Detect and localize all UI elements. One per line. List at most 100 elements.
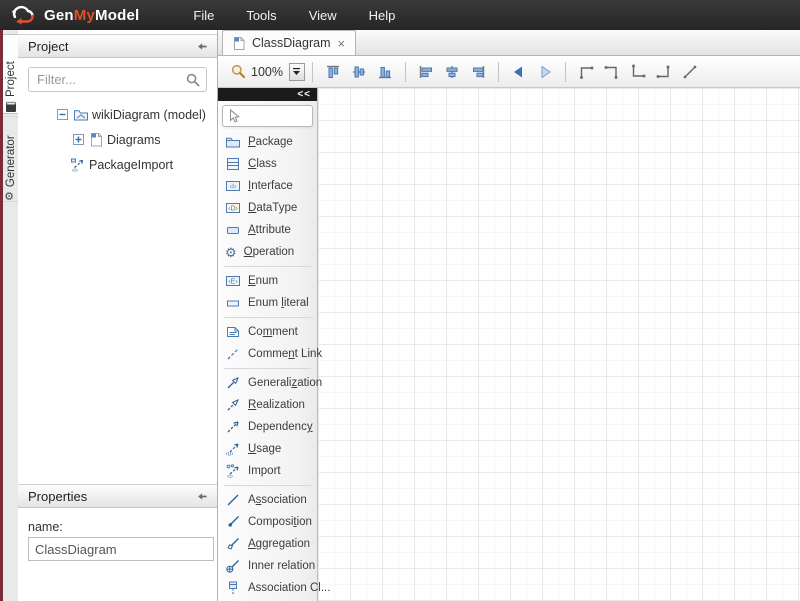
- menu-view[interactable]: View: [293, 3, 353, 28]
- cloud-logo-icon: [8, 4, 38, 26]
- toolbar-separator: [498, 62, 499, 82]
- project-tree: wikiDiagram (model) Diagrams ‹I›PackageImp…: [18, 102, 217, 177]
- align-bottom: [376, 63, 394, 81]
- align-bottom-button[interactable]: [373, 60, 397, 84]
- diagram-canvas[interactable]: [318, 88, 800, 601]
- palette-item-label: Aggregation: [248, 538, 310, 550]
- palette-item-dependency[interactable]: Dependency: [218, 416, 317, 438]
- collapse-panel-arrow-icon[interactable]: [195, 489, 209, 503]
- rail-tab-generator-label: Generator: [5, 135, 17, 187]
- flip-horizontal-button[interactable]: [507, 60, 531, 84]
- palette-separator: [224, 485, 311, 486]
- svg-text:‹I›: ‹I›: [227, 473, 233, 479]
- palette-item-aggregation[interactable]: Aggregation: [218, 533, 317, 555]
- palette-item-inner-relation[interactable]: Inner relation: [218, 555, 317, 577]
- dependency-icon: [225, 419, 241, 435]
- palette-item-label: Import: [248, 465, 281, 477]
- tree-item-label: Diagrams: [107, 133, 161, 147]
- filter-input[interactable]: [29, 68, 206, 91]
- palette-item-usage[interactable]: ‹u› Usage: [218, 438, 317, 460]
- route-up-right-button[interactable]: [574, 60, 598, 84]
- palette-item-package[interactable]: Package: [218, 131, 317, 153]
- enum-icon: ‹E›: [225, 273, 241, 289]
- cursor-icon: [226, 108, 242, 124]
- palette-item-realization[interactable]: Realization: [218, 394, 317, 416]
- tab-close-icon[interactable]: ×: [337, 37, 347, 50]
- route-right-up: [655, 63, 673, 81]
- project-panel-header: Project: [18, 34, 217, 58]
- route-down-right-button[interactable]: [626, 60, 650, 84]
- svg-text:‹u›: ‹u›: [226, 451, 234, 458]
- palette-item-operation[interactable]: ⚙Operation: [218, 241, 317, 263]
- editor-toolbar: 100%: [218, 56, 800, 88]
- palette-item-attribute[interactable]: Attribute: [218, 219, 317, 241]
- palette-separator: [224, 317, 311, 318]
- properties-panel: Properties name:: [18, 484, 217, 561]
- route-right-down: [603, 63, 621, 81]
- menu-help[interactable]: Help: [353, 3, 412, 28]
- palette-item-label: Comment Link: [248, 348, 322, 360]
- align-center-button[interactable]: [440, 60, 464, 84]
- palette-item-label: Interface: [248, 180, 293, 192]
- workspace: << PackageClass‹I›Interface‹D›DataTypeAt…: [218, 88, 800, 601]
- collapse-toggle-icon[interactable]: [54, 107, 70, 123]
- tab-classdiagram[interactable]: ClassDiagram ×: [222, 30, 356, 55]
- filter-box: [28, 67, 207, 92]
- toolbar-separator: [565, 62, 566, 82]
- tree-item-label: PackageImport: [89, 158, 173, 172]
- palette-item-label: DataType: [248, 202, 297, 214]
- palette-item-comment-link[interactable]: Comment Link: [218, 343, 317, 365]
- search-icon: [185, 72, 201, 88]
- route-straight-button[interactable]: [678, 60, 702, 84]
- palette-item-label: Realization: [248, 399, 305, 411]
- zoom-dropdown-button[interactable]: [289, 63, 305, 81]
- tree-item-packageimport[interactable]: ‹I›PackageImport: [18, 152, 217, 177]
- route-up-right: [577, 63, 595, 81]
- rail-tab-project[interactable]: Project: [3, 34, 18, 114]
- palette-item-generalization[interactable]: Generalization: [218, 372, 317, 394]
- package-icon: [225, 134, 241, 150]
- editor-tabbar: ClassDiagram ×: [218, 30, 800, 56]
- palette-item-comment[interactable]: Comment: [218, 321, 317, 343]
- palette-item-datatype[interactable]: ‹D›DataType: [218, 197, 317, 219]
- palette-item-association[interactable]: Association: [218, 489, 317, 511]
- align-middle-button[interactable]: [347, 60, 371, 84]
- align-right-button[interactable]: [466, 60, 490, 84]
- palette-item-import[interactable]: ‹I› Import: [218, 460, 317, 482]
- route-right-up-button[interactable]: [652, 60, 676, 84]
- import-icon: ‹I›: [225, 463, 241, 479]
- palette-item-enum[interactable]: ‹E›Enum: [218, 270, 317, 292]
- route-right-down-button[interactable]: [600, 60, 624, 84]
- align-top-button[interactable]: [321, 60, 345, 84]
- collapse-panel-arrow-icon[interactable]: [195, 39, 209, 53]
- flip-vertical-button[interactable]: [533, 60, 557, 84]
- palette-collapse-button[interactable]: <<: [218, 88, 317, 101]
- composition-icon: [225, 514, 241, 530]
- genmymodel-logo: GenMyModel: [0, 4, 139, 26]
- palette-item-association-cl[interactable]: Association Cl...: [218, 577, 317, 599]
- palette-items: PackageClass‹I›Interface‹D›DataTypeAttri…: [218, 129, 317, 599]
- rail-tab-generator[interactable]: ⚙ Generator: [3, 116, 18, 202]
- tree-item-wikidiagram-model[interactable]: wikiDiagram (model): [18, 102, 217, 127]
- palette-item-label: Comment: [248, 326, 298, 338]
- attribute-icon: [225, 222, 241, 238]
- left-panel: Project wikiDiagram (model) Diagrams ‹I›Pa…: [18, 30, 218, 601]
- palette-item-enum-literal[interactable]: Enum literal: [218, 292, 317, 314]
- palette-item-label: Usage: [248, 443, 281, 455]
- expand-toggle-icon[interactable]: [70, 132, 86, 148]
- route-down-right: [629, 63, 647, 81]
- palette-item-composition[interactable]: Composition: [218, 511, 317, 533]
- menu-file[interactable]: File: [177, 3, 230, 28]
- menu-tools[interactable]: Tools: [230, 3, 292, 28]
- align-left-button[interactable]: [414, 60, 438, 84]
- palette-item-interface[interactable]: ‹I›Interface: [218, 175, 317, 197]
- flip-horizontal: [510, 63, 528, 81]
- tree-item-diagrams[interactable]: Diagrams: [18, 127, 217, 152]
- palette-item-class[interactable]: Class: [218, 153, 317, 175]
- selection-tool-button[interactable]: [222, 105, 313, 127]
- name-field-input[interactable]: [28, 537, 214, 561]
- generalization-icon: [225, 375, 241, 391]
- zoom-control: 100%: [230, 63, 305, 81]
- palette-item-label: Dependency: [248, 421, 313, 433]
- name-field-label: name:: [28, 520, 217, 534]
